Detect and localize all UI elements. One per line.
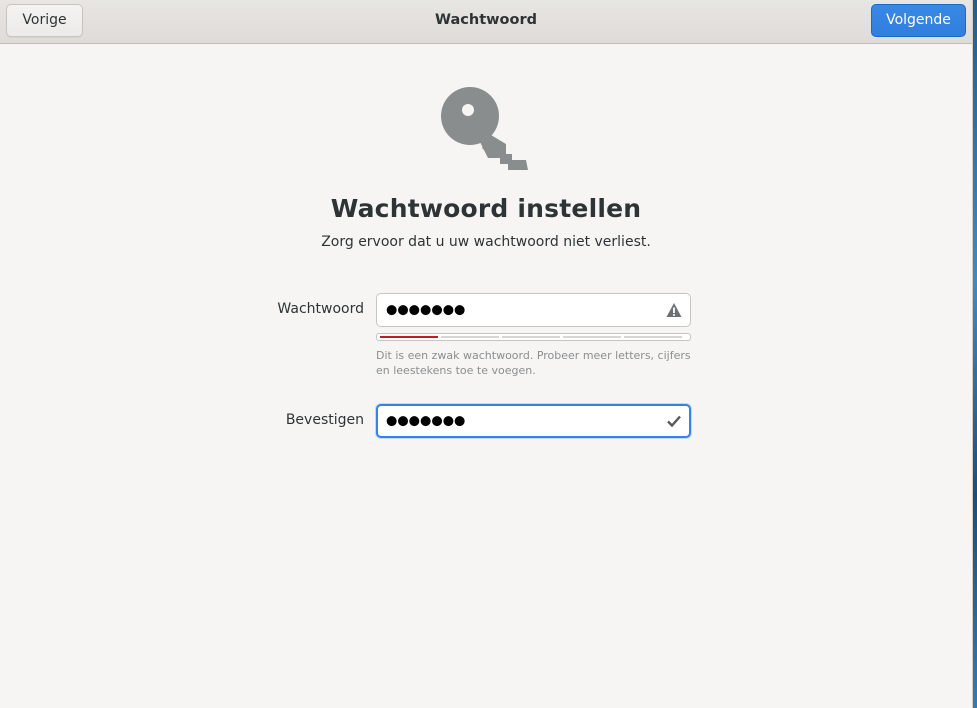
header-bar: Vorige Wachtwoord Volgende [0, 0, 972, 44]
window-title: Wachtwoord [435, 12, 537, 28]
password-hint: Dit is een zwak wachtwoord. Probeer meer… [376, 349, 691, 377]
key-icon [441, 87, 528, 170]
confirm-masked-text: ●●●●●●● [386, 413, 466, 429]
back-button[interactable]: Vorige [6, 4, 83, 37]
checkmark-icon [667, 415, 681, 428]
password-label: Wachtwoord [277, 301, 364, 317]
warning-icon [666, 303, 682, 317]
password-strength-bar [376, 333, 691, 341]
strength-segment [563, 336, 621, 338]
strength-segment [380, 336, 438, 338]
strength-segment [441, 336, 499, 338]
confirm-field[interactable]: ●●●●●●● [376, 404, 691, 438]
setup-window: Vorige Wachtwoord Volgende Wachtwoord in… [0, 0, 973, 708]
password-field[interactable]: ●●●●●●● [376, 293, 691, 327]
confirm-label: Bevestigen [285, 412, 364, 428]
next-button[interactable]: Volgende [871, 4, 966, 37]
password-masked-text: ●●●●●●● [386, 302, 466, 318]
page-title: Wachtwoord instellen [330, 194, 642, 223]
page-subtitle: Zorg ervoor dat u uw wachtwoord niet ver… [321, 234, 651, 250]
strength-segment [502, 336, 560, 338]
strength-segment [624, 336, 682, 338]
